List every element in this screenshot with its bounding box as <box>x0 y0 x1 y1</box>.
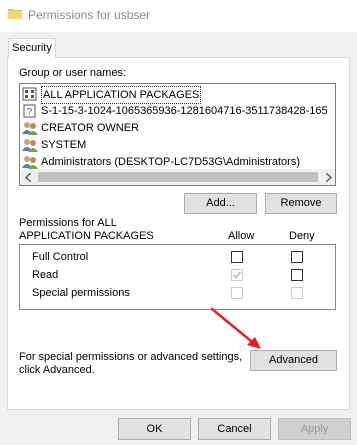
full-control-allow-checkbox[interactable] <box>231 251 243 263</box>
list-item[interactable]: CREATOR OWNER <box>22 120 322 136</box>
list-item-label: ALL APPLICATION PACKAGES <box>41 86 202 104</box>
add-button[interactable]: Add... <box>184 193 257 214</box>
title-bar: Permissions for usbser <box>0 0 357 32</box>
apply-button: Apply <box>278 418 351 440</box>
list-item[interactable]: ? S-1-15-3-1024-1065365936-1281604716-35… <box>22 103 335 119</box>
tab-security[interactable]: Security <box>8 38 56 58</box>
remove-button[interactable]: Remove <box>265 193 337 214</box>
ok-button[interactable]: OK <box>118 418 191 440</box>
special-deny-checkbox <box>291 287 303 299</box>
allow-column-header: Allow <box>228 230 255 242</box>
list-item[interactable]: SYSTEM <box>22 137 322 153</box>
group-list-label: Group or user names: <box>19 67 126 79</box>
annotation-arrow <box>210 307 261 349</box>
read-deny-checkbox[interactable] <box>291 269 303 281</box>
group-user-list[interactable]: ALL APPLICATION PACKAGES ? S-1-15-3-1024… <box>19 83 336 186</box>
list-item-label: Administrators (DESKTOP-LC7D53G\Administ… <box>41 156 300 168</box>
list-item[interactable]: Administrators (DESKTOP-LC7D53G\Administ… <box>22 154 332 170</box>
cancel-button[interactable]: Cancel <box>198 418 271 440</box>
scroll-right-icon[interactable] <box>326 173 332 182</box>
checkmark-icon <box>232 271 242 279</box>
package-group-icon <box>22 87 37 101</box>
folder-icon <box>8 9 22 19</box>
permission-name: Full Control <box>32 251 89 263</box>
scroll-left-icon[interactable] <box>25 173 31 182</box>
unknown-sid-icon: ? <box>23 104 36 118</box>
permissions-title-line2: APPLICATION PACKAGES <box>19 230 154 242</box>
permissions-title-line1: Permissions for ALL <box>19 217 117 229</box>
scroll-thumb-horizontal[interactable] <box>38 172 318 182</box>
read-allow-checkbox <box>231 269 243 281</box>
users-icon <box>22 139 38 152</box>
users-icon <box>22 122 38 135</box>
deny-column-header: Deny <box>289 230 315 242</box>
advanced-note-line2: click Advanced. <box>19 364 95 376</box>
permission-name: Read <box>32 269 59 281</box>
special-allow-checkbox <box>231 287 243 299</box>
full-control-deny-checkbox[interactable] <box>291 251 303 263</box>
users-icon <box>22 156 38 169</box>
permission-name: Special permissions <box>32 287 130 299</box>
list-item-label: S-1-15-3-1024-1065365936-1281604716-3511… <box>41 105 328 117</box>
window-title: Permissions for usbser <box>28 8 151 22</box>
list-item[interactable]: ALL APPLICATION PACKAGES <box>22 86 322 104</box>
svg-text:?: ? <box>27 107 33 118</box>
list-item-label: CREATOR OWNER <box>41 122 139 134</box>
horizontal-scrollbar[interactable] <box>21 169 335 185</box>
list-item-label: SYSTEM <box>41 139 87 151</box>
